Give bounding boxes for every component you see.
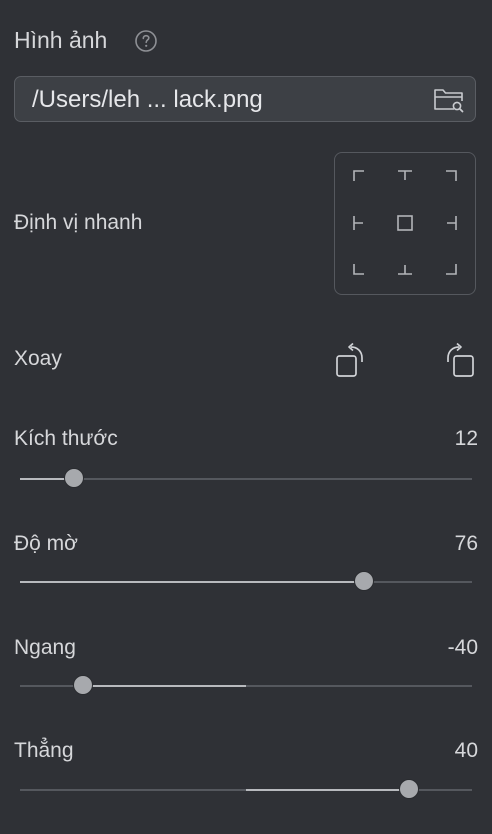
position-top-center-button[interactable]	[392, 163, 418, 189]
size-slider[interactable]	[20, 468, 472, 488]
position-middle-right-button[interactable]	[438, 210, 464, 236]
opacity-slider-fill	[20, 581, 364, 583]
position-top-left-button[interactable]	[346, 163, 372, 189]
position-bottom-center-button[interactable]	[392, 256, 418, 282]
position-center-button[interactable]	[392, 210, 418, 236]
size-slider-thumb[interactable]	[64, 468, 85, 488]
quick-position-grid	[334, 152, 476, 295]
position-middle-left-button[interactable]	[346, 210, 372, 236]
vertical-value: 40	[454, 739, 478, 762]
horizontal-value: -40	[447, 636, 478, 659]
position-top-right-button[interactable]	[438, 163, 464, 189]
opacity-slider[interactable]	[20, 571, 472, 591]
section-title: Hình ảnh	[14, 27, 108, 53]
position-bottom-right-button[interactable]	[438, 256, 464, 282]
image-path-text: /Users/leh ... lack.png	[32, 86, 263, 113]
folder-search-icon[interactable]	[433, 86, 465, 114]
vertical-slider-thumb[interactable]	[398, 779, 419, 799]
opacity-slider-thumb[interactable]	[353, 571, 374, 591]
horizontal-label: Ngang	[14, 636, 76, 659]
quick-position-label: Định vị nhanh	[14, 211, 143, 234]
size-label: Kích thước	[14, 427, 118, 450]
image-path-field[interactable]: /Users/leh ... lack.png	[14, 76, 476, 122]
opacity-label: Độ mờ	[14, 532, 78, 555]
opacity-value: 76	[454, 532, 478, 555]
horizontal-slider-thumb[interactable]	[73, 675, 94, 695]
rotate-label: Xoay	[14, 347, 62, 370]
rotate-left-icon[interactable]	[333, 342, 367, 380]
vertical-label: Thẳng	[14, 739, 74, 762]
rotate-right-icon[interactable]	[443, 342, 477, 380]
position-bottom-left-button[interactable]	[346, 256, 372, 282]
horizontal-slider-fill	[83, 685, 246, 687]
size-value: 12	[454, 427, 478, 450]
vertical-slider[interactable]	[20, 779, 472, 799]
vertical-slider-fill	[246, 789, 409, 791]
help-icon[interactable]	[134, 29, 158, 53]
horizontal-slider[interactable]	[20, 675, 472, 695]
